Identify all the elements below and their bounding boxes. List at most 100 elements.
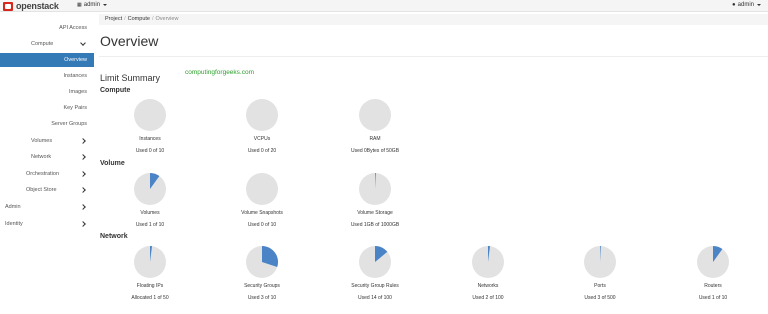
limit-summary-heading: Limit Summary	[100, 73, 161, 83]
quota-chart-instances: Instances Used 0 of 10	[110, 98, 190, 154]
project-dropdown[interactable]: ▦ admin	[77, 2, 108, 8]
sidebar-item-label: Network	[31, 154, 52, 160]
quota-chart-volume-storage: Volume Storage Used 1GB of 1000GB	[335, 172, 415, 228]
sidebar-item-identity[interactable]: Identity	[0, 217, 94, 231]
breadcrumb-project[interactable]: Project	[105, 16, 122, 22]
pie-background	[246, 99, 278, 131]
quota-chart-floating-ips: Floating IPs Allocated 1 of 50	[110, 245, 190, 301]
pie-chart-networks	[472, 246, 504, 278]
quota-chart-networks: Networks Used 2 of 100	[448, 245, 528, 301]
chevron-right-icon	[80, 221, 86, 227]
user-icon: ●	[732, 2, 736, 8]
project-label: admin	[83, 2, 101, 8]
chart-usage-text: Used 3 of 500	[584, 295, 616, 301]
chart-usage-text: Used 0Bytes of 50GB	[350, 148, 400, 154]
breadcrumb: Project / Compute / Overview	[99, 14, 768, 25]
sidebar-item-admin[interactable]: Admin	[0, 200, 94, 214]
chart-usage-text: Used 1GB of 1000GB	[350, 222, 400, 228]
sidebar-item-volumes[interactable]: Volumes	[0, 134, 94, 148]
quota-chart-volumes: Volumes Used 1 of 10	[110, 172, 190, 228]
quota-chart-routers: Routers Used 1 of 10	[673, 245, 753, 301]
pie-chart-instances	[134, 99, 166, 131]
sidebar-item-orchestration[interactable]: Orchestration	[0, 167, 94, 181]
openstack-logo[interactable]: openstack	[3, 1, 59, 11]
chevron-right-icon	[80, 171, 86, 177]
chart-usage-text: Used 0 of 10	[135, 148, 165, 154]
section-title-network: Network	[100, 233, 128, 240]
chart-usage-text: Used 0 of 10	[247, 222, 277, 228]
chart-usage-text: Used 3 of 10	[247, 295, 277, 301]
section-title-volume: Volume	[100, 160, 125, 167]
sidebar-item-instances[interactable]: Instances	[63, 69, 87, 83]
caret-down-icon	[757, 4, 761, 6]
chart-usage-text: Used 1 of 10	[698, 295, 728, 301]
pie-chart-volume-snapshots	[246, 173, 278, 205]
chart-label: Volumes	[140, 210, 160, 216]
user-dropdown[interactable]: ● admin	[732, 2, 761, 8]
sidebar-item-compute[interactable]: Compute	[0, 37, 94, 51]
quota-chart-ports: Ports Used 3 of 500	[560, 245, 640, 301]
chart-label: Networks	[477, 283, 499, 289]
project-grid-icon: ▦	[77, 2, 82, 8]
breadcrumb-compute[interactable]: Compute	[128, 16, 150, 22]
chevron-right-icon	[80, 138, 86, 144]
sidebar-item-label: Identity	[5, 221, 23, 227]
chart-label: RAM	[369, 136, 381, 142]
chart-usage-text: Used 1 of 10	[135, 222, 165, 228]
sidebar-item-images[interactable]: Images	[69, 85, 87, 99]
pie-chart-volumes	[134, 173, 166, 205]
sidebar-item-label: Admin	[5, 204, 21, 210]
chart-usage-text: Used 14 of 100	[358, 295, 392, 301]
sidebar-item-label: Orchestration	[26, 171, 60, 177]
caret-down-icon	[103, 4, 108, 6]
quota-chart-ram: RAM Used 0Bytes of 50GB	[335, 98, 415, 154]
pie-chart-ram	[359, 99, 391, 131]
pie-chart-routers	[697, 246, 729, 278]
pie-chart-ports	[584, 246, 616, 278]
brand-name: openstack	[16, 1, 59, 11]
openstack-logo-icon	[3, 1, 13, 11]
chart-label: Volume Storage	[357, 210, 393, 216]
pie-chart-security-groups	[246, 246, 279, 278]
sidebar-item-object-store[interactable]: Object Store	[0, 183, 94, 197]
quota-chart-volume-snapshots: Volume Snapshots Used 0 of 10	[222, 172, 302, 228]
sidebar-item-label: Object Store	[26, 187, 57, 193]
sidebar-item-label: Volumes	[31, 138, 53, 144]
chart-label: Floating IPs	[136, 283, 164, 289]
chart-usage-text: Used 2 of 100	[472, 295, 504, 301]
pie-chart-volume-storage	[359, 173, 391, 205]
quota-chart-security-groups: Security Groups Used 3 of 10	[222, 245, 302, 301]
chart-label: Volume Snapshots	[241, 210, 283, 216]
sidebar-item-api-access[interactable]: API Access	[59, 21, 87, 35]
chart-label: VCPUs	[253, 136, 271, 142]
section-title-compute: Compute	[100, 87, 131, 94]
sidebar: API Access Compute Overview Instances Im…	[0, 12, 94, 314]
breadcrumb-current: Overview	[155, 16, 179, 22]
top-navbar: openstack ▦ admin ● admin	[0, 0, 768, 12]
pie-chart-vcpus	[246, 99, 278, 131]
sidebar-item-network[interactable]: Network	[0, 150, 94, 164]
pie-background	[134, 99, 166, 131]
user-label: admin	[737, 2, 754, 8]
pie-background	[246, 173, 278, 205]
pie-chart-floating-ips	[134, 246, 166, 278]
pie-chart-security-group-rules	[359, 246, 391, 278]
chart-label: Ports	[594, 283, 606, 289]
chart-label: Instances	[139, 136, 161, 142]
divider	[99, 56, 768, 57]
quota-chart-security-group-rules: Security Group Rules Used 14 of 100	[335, 245, 415, 301]
chevron-right-icon	[80, 154, 86, 160]
sidebar-item-server-groups[interactable]: Server Groups	[51, 117, 87, 131]
chevron-right-icon	[80, 187, 86, 193]
sidebar-item-overview[interactable]: Overview	[0, 53, 94, 67]
chevron-right-icon	[80, 204, 86, 210]
chart-usage-text: Used 0 of 20	[247, 148, 277, 154]
chart-usage-text: Allocated 1 of 50	[131, 295, 169, 301]
page-title: Overview	[100, 33, 159, 49]
sidebar-item-label: Compute	[31, 41, 54, 47]
quota-chart-vcpus: VCPUs Used 0 of 20	[222, 98, 302, 154]
chart-label: Security Groups	[244, 283, 280, 289]
chevron-down-icon	[80, 39, 86, 46]
chart-label: Security Group Rules	[351, 283, 399, 289]
sidebar-item-key-pairs[interactable]: Key Pairs	[63, 101, 87, 115]
